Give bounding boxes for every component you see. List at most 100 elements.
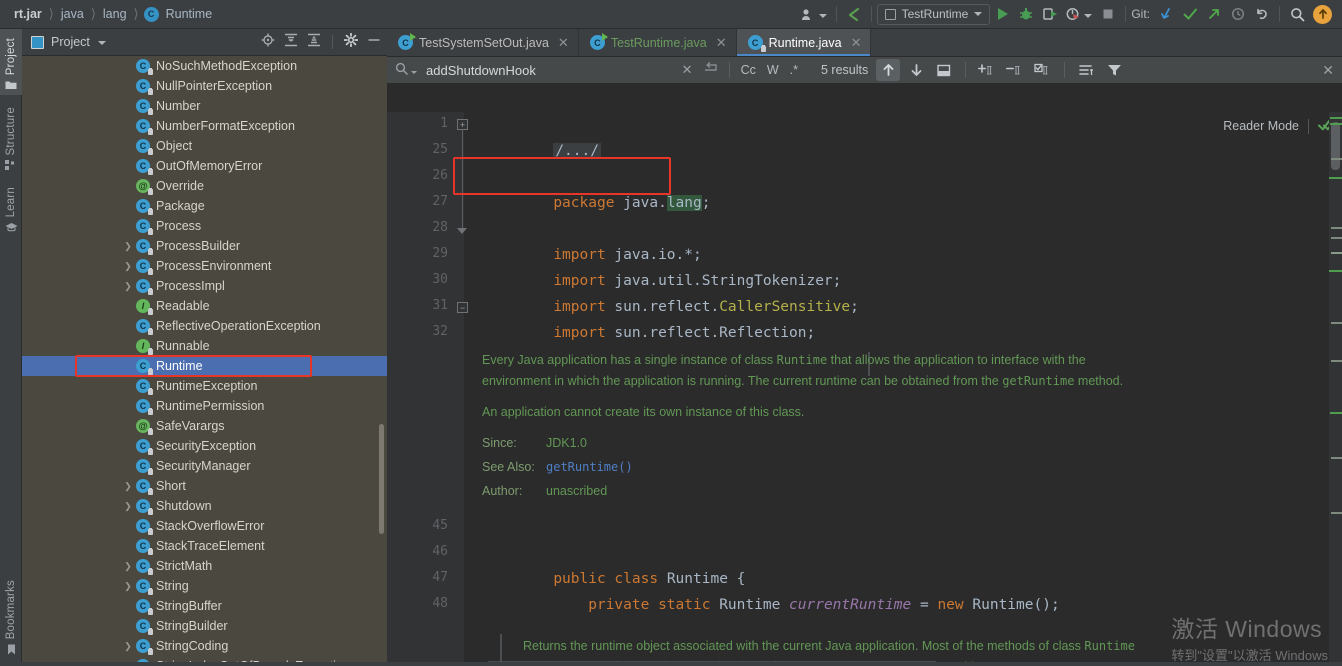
scrollbar-marker[interactable] bbox=[1331, 360, 1342, 362]
breadcrumb-item-java[interactable]: java bbox=[59, 7, 86, 21]
tree-item[interactable]: ❯ C Shutdown bbox=[22, 496, 387, 516]
tree-item[interactable]: C Object bbox=[22, 136, 387, 156]
run-icon[interactable] bbox=[990, 0, 1014, 29]
scrollbar-marker[interactable] bbox=[1331, 158, 1342, 160]
chevron-right-icon[interactable]: ❯ bbox=[120, 241, 136, 252]
chevron-down-icon[interactable] bbox=[411, 70, 417, 74]
tree-item[interactable]: I Runnable bbox=[22, 336, 387, 356]
debug-icon[interactable] bbox=[1014, 0, 1038, 29]
settings-gear-icon[interactable] bbox=[343, 32, 359, 52]
tree-item[interactable]: C OutOfMemoryError bbox=[22, 156, 387, 176]
tree-item[interactable]: C StringBuilder bbox=[22, 616, 387, 636]
commit-icon[interactable] bbox=[1178, 0, 1202, 29]
project-tree[interactable]: C NoSuchMethodException C NullPointerExcept… bbox=[22, 56, 387, 666]
chevron-right-icon[interactable]: ❯ bbox=[120, 581, 136, 592]
chevron-down-icon[interactable] bbox=[97, 41, 106, 45]
expand-all-icon[interactable] bbox=[284, 33, 298, 52]
sidebar-item-learn[interactable]: Learn bbox=[0, 175, 22, 237]
locate-icon[interactable] bbox=[261, 33, 275, 52]
tree-item[interactable]: C RuntimeException bbox=[22, 376, 387, 396]
tree-item[interactable]: C RuntimePermission bbox=[22, 396, 387, 416]
select-all-occurrences-icon[interactable] bbox=[1031, 59, 1055, 81]
tree-item[interactable]: ❯ C ProcessBuilder bbox=[22, 236, 387, 256]
chevron-right-icon[interactable]: ❯ bbox=[120, 501, 136, 512]
tree-item[interactable]: @ Override bbox=[22, 176, 387, 196]
collapse-all-icon[interactable] bbox=[307, 33, 321, 52]
tree-item[interactable]: ❯ C ProcessImpl bbox=[22, 276, 387, 296]
add-selection-icon[interactable] bbox=[975, 59, 999, 81]
scrollbar-marker[interactable] bbox=[1329, 270, 1342, 272]
tab-test-system-set-out[interactable]: C TestSystemSetOut.java ✕ bbox=[387, 29, 579, 56]
search-field-wrapper[interactable]: addShutdownHook ✕ Cc W .* bbox=[387, 57, 807, 83]
scrollbar-marker[interactable] bbox=[1329, 177, 1342, 179]
tree-item[interactable]: C NoSuchMethodException bbox=[22, 56, 387, 76]
indent-icon[interactable] bbox=[1074, 59, 1098, 81]
tree-item[interactable]: C Number bbox=[22, 96, 387, 116]
profiler-icon[interactable] bbox=[1062, 0, 1096, 29]
sidebar-item-bookmarks[interactable]: Bookmarks bbox=[0, 570, 22, 660]
tree-item-selected[interactable]: C Runtime bbox=[22, 356, 387, 376]
editor-scrollbar[interactable] bbox=[1329, 112, 1342, 666]
clear-search-icon[interactable]: ✕ bbox=[682, 62, 693, 78]
back-arrow-icon[interactable] bbox=[842, 0, 866, 29]
match-case-toggle[interactable]: Cc bbox=[741, 63, 756, 77]
tree-item[interactable]: ❯ C String bbox=[22, 576, 387, 596]
scrollbar-marker[interactable] bbox=[1330, 123, 1342, 125]
code-editor[interactable]: 1 25 26 27 28 29 30 31 32 45 46 47 48 + … bbox=[387, 112, 1342, 666]
editor-gutter[interactable]: 1 25 26 27 28 29 30 31 32 45 46 47 48 + … bbox=[387, 112, 468, 666]
run-with-coverage-icon[interactable] bbox=[1038, 0, 1062, 29]
user-icon[interactable] bbox=[797, 0, 831, 29]
chevron-right-icon[interactable]: ❯ bbox=[120, 561, 136, 572]
scrollbar-marker[interactable] bbox=[1331, 322, 1342, 324]
filter-icon[interactable] bbox=[1102, 59, 1126, 81]
open-in-find-window-button[interactable] bbox=[932, 59, 956, 81]
tree-item[interactable]: C ReflectiveOperationException bbox=[22, 316, 387, 336]
tree-item[interactable]: C Process bbox=[22, 216, 387, 236]
scrollbar-marker[interactable] bbox=[1331, 252, 1342, 254]
tree-item[interactable]: @ SafeVarargs bbox=[22, 416, 387, 436]
chevron-right-icon[interactable]: ❯ bbox=[120, 481, 136, 492]
chevron-right-icon[interactable]: ❯ bbox=[120, 261, 136, 272]
tab-test-runtime[interactable]: C TestRuntime.java ✕ bbox=[579, 29, 737, 56]
find-previous-button[interactable] bbox=[876, 59, 901, 81]
tree-item[interactable]: C SecurityManager bbox=[22, 456, 387, 476]
find-next-button[interactable] bbox=[904, 59, 928, 81]
breadcrumb-item-lang[interactable]: lang bbox=[101, 7, 129, 21]
close-icon[interactable]: ✕ bbox=[716, 35, 727, 51]
chevron-right-icon[interactable]: ❯ bbox=[120, 281, 136, 292]
chevron-right-icon[interactable]: ❯ bbox=[120, 641, 136, 652]
history-icon[interactable] bbox=[1226, 0, 1250, 29]
javadoc-seealso-link[interactable]: getRuntime() bbox=[546, 460, 633, 474]
close-icon[interactable]: ✕ bbox=[851, 35, 862, 51]
close-icon[interactable]: ✕ bbox=[558, 35, 569, 51]
scrollbar-thumb[interactable] bbox=[1331, 122, 1340, 170]
breadcrumb-item-class[interactable]: Runtime bbox=[164, 7, 215, 21]
tree-item[interactable]: C StringBuffer bbox=[22, 596, 387, 616]
sidebar-item-project[interactable]: Project bbox=[0, 29, 22, 95]
tree-item[interactable]: ❯ C StrictMath bbox=[22, 556, 387, 576]
tree-item[interactable]: C SecurityException bbox=[22, 436, 387, 456]
rollback-icon[interactable] bbox=[1250, 0, 1274, 29]
tree-item[interactable]: C Package bbox=[22, 196, 387, 216]
tree-item[interactable]: C NullPointerException bbox=[22, 76, 387, 96]
project-tree-scrollbar[interactable] bbox=[379, 424, 384, 534]
account-avatar[interactable] bbox=[1309, 0, 1336, 29]
regex-toggle[interactable]: .* bbox=[790, 63, 798, 77]
tree-item[interactable]: C StackOverflowError bbox=[22, 516, 387, 536]
sidebar-item-structure[interactable]: Structure bbox=[0, 95, 22, 175]
folded-code-placeholder[interactable]: /.../ bbox=[553, 143, 601, 159]
tree-item[interactable]: ❯ C Short bbox=[22, 476, 387, 496]
close-find-toolbar-icon[interactable]: ✕ bbox=[1322, 62, 1342, 79]
scrollbar-marker[interactable] bbox=[1330, 412, 1342, 414]
scrollbar-marker[interactable] bbox=[1331, 512, 1342, 514]
scrollbar-marker[interactable] bbox=[1331, 457, 1342, 459]
scrollbar-marker[interactable] bbox=[1331, 227, 1342, 229]
scrollbar-marker[interactable] bbox=[1331, 237, 1342, 239]
tree-item[interactable]: I Readable bbox=[22, 296, 387, 316]
push-icon[interactable] bbox=[1202, 0, 1226, 29]
stop-icon[interactable] bbox=[1096, 0, 1120, 29]
tree-item[interactable]: C NumberFormatException bbox=[22, 116, 387, 136]
tab-runtime[interactable]: C Runtime.java ✕ bbox=[736, 29, 872, 56]
scrollbar-marker[interactable] bbox=[1330, 117, 1342, 119]
hide-icon[interactable] bbox=[367, 33, 381, 52]
